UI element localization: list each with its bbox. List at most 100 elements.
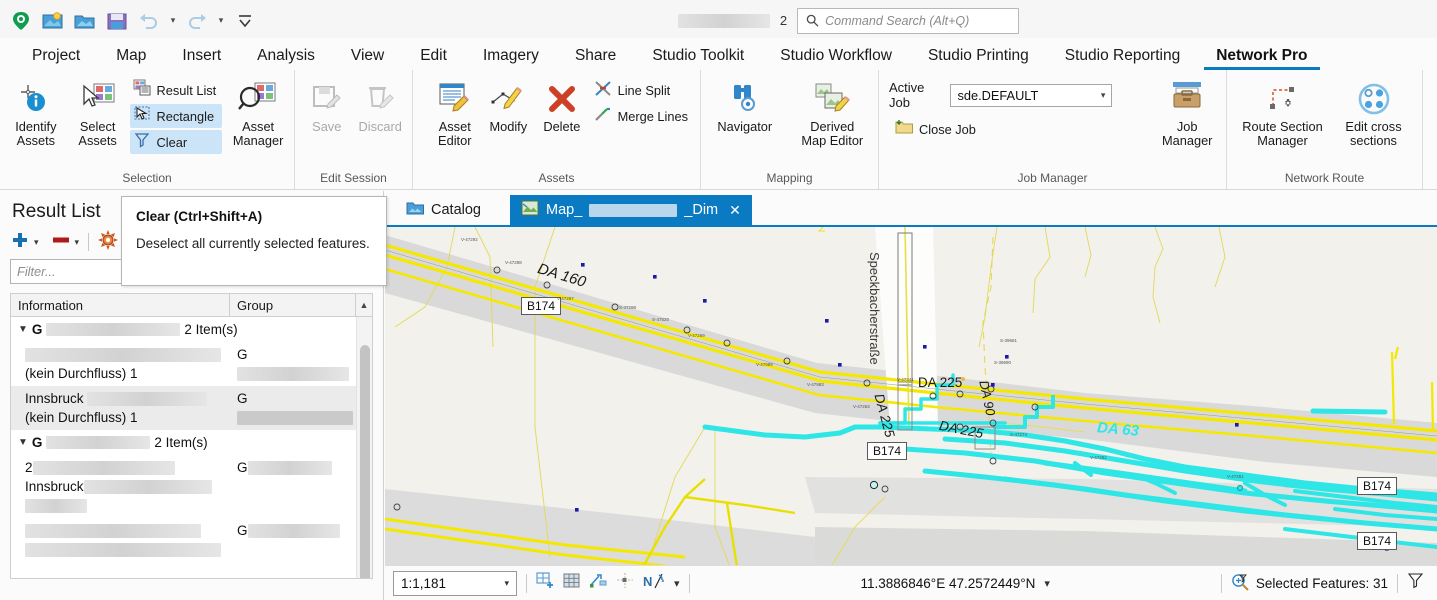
command-search-input[interactable]: Command Search (Alt+Q) <box>797 7 1020 34</box>
map-vertex-label: S-47298 <box>619 305 637 310</box>
minus-icon[interactable] <box>51 233 71 251</box>
map-vertex-label: V-47261 <box>1227 474 1244 479</box>
job-manager-button[interactable]: Job Manager <box>1154 74 1220 148</box>
group-title-mapping: Mapping <box>766 171 813 185</box>
clear-selection-icon[interactable] <box>1407 572 1429 594</box>
delete-button[interactable]: Delete <box>536 74 588 134</box>
identify-assets-button[interactable]: Identify Assets <box>6 74 66 148</box>
table-row[interactable]: 2 Innsbruck G <box>11 455 356 518</box>
tab-share[interactable]: Share <box>557 45 634 70</box>
tab-project[interactable]: Project <box>14 45 98 70</box>
remove-result-dropdown[interactable]: ▾ <box>75 237 80 248</box>
map-scale-value: 1:1,181 <box>401 575 447 591</box>
rectangle-button[interactable]: Rectangle <box>129 104 223 128</box>
map-scale-select[interactable]: 1:1,181 ▾ <box>393 570 517 596</box>
tab-edit[interactable]: Edit <box>402 45 465 70</box>
group-title-selection: Selection <box>122 171 172 185</box>
discard-edits-button[interactable]: Discard <box>355 74 407 134</box>
modify-button[interactable]: Modify <box>483 74 535 134</box>
result-group-header[interactable]: ▼ G 2 Item(s) <box>11 430 356 455</box>
result-grid-header: Information Group ▲ <box>10 293 373 317</box>
tab-view[interactable]: View <box>333 45 402 70</box>
open-project-icon[interactable] <box>70 6 100 36</box>
map-tab[interactable]: Map_ _Dim ✕ <box>510 195 752 225</box>
row-group-prefix: G <box>237 347 248 362</box>
active-job-select[interactable]: sde.DEFAULT ▾ <box>950 83 1113 107</box>
tab-studio-reporting[interactable]: Studio Reporting <box>1047 45 1198 70</box>
coords-chevron-down-icon[interactable]: ▾ <box>1044 577 1050 590</box>
table-row[interactable]: G <box>11 518 356 562</box>
tab-insert[interactable]: Insert <box>164 45 239 70</box>
undo-dropdown-icon[interactable]: ▾ <box>166 8 180 34</box>
plus-icon[interactable] <box>10 230 30 255</box>
tab-network-pro[interactable]: Network Pro <box>1198 45 1325 70</box>
tab-studio-printing[interactable]: Studio Printing <box>910 45 1047 70</box>
route-section-manager-button[interactable]: Route Section Manager <box>1235 74 1331 148</box>
tab-analysis[interactable]: Analysis <box>239 45 333 70</box>
asset-manager-button[interactable]: Asset Manager <box>228 74 288 148</box>
map-icon <box>521 200 539 220</box>
discard-edits-label: Discard <box>358 119 402 134</box>
tab-studio-workflow[interactable]: Studio Workflow <box>762 45 910 70</box>
job-manager-label-1: Job <box>1176 119 1198 134</box>
derived-map-editor-button[interactable]: Derived Map Editor <box>793 74 872 148</box>
new-project-icon[interactable] <box>38 6 68 36</box>
undo-icon[interactable] <box>134 6 164 36</box>
add-result-dropdown[interactable]: ▾ <box>34 237 39 248</box>
table-row[interactable]: Innsbruck (kein Durchfluss) 1 G <box>11 386 356 430</box>
add-pane-icon[interactable] <box>536 571 554 595</box>
quick-access-toolbar: ▾ ▾ <box>0 6 260 36</box>
scrollbar-thumb[interactable] <box>360 345 370 578</box>
table-row[interactable]: (kein Durchfluss) 1 G <box>11 342 356 386</box>
group-count: 2 Item(s) <box>154 435 208 450</box>
catalog-icon <box>406 200 424 220</box>
vertex-icon[interactable] <box>616 572 634 594</box>
edit-cross-sections-button[interactable]: Edit cross sections <box>1333 74 1415 148</box>
select-assets-button[interactable]: Select Assets <box>68 74 128 148</box>
catalog-tab[interactable]: Catalog <box>395 195 492 225</box>
identify-icon <box>17 78 55 120</box>
asset-manager-icon <box>237 78 279 120</box>
save-project-icon[interactable] <box>102 6 132 36</box>
result-grid-scrollbar[interactable] <box>356 317 372 578</box>
map-vertex-label: V-47292 <box>461 237 478 242</box>
app-logo-icon[interactable] <box>6 6 36 36</box>
north-arrow-icon[interactable]: N <box>643 572 665 595</box>
save-edits-button[interactable]: Save <box>301 74 353 134</box>
redo-dropdown-icon[interactable]: ▾ <box>214 8 228 34</box>
clear-tooltip: Clear (Ctrl+Shift+A) Deselect all curren… <box>121 196 387 286</box>
row-info-redacted-3 <box>25 499 87 514</box>
map-vertex-label: V-47282 <box>1090 455 1107 460</box>
close-icon[interactable]: ✕ <box>729 202 741 219</box>
flash-icon[interactable] <box>98 229 119 255</box>
map-canvas[interactable]: DA 160 Speckbacherstraße DA 225 DA 225 D… <box>385 225 1437 565</box>
snapping-icon[interactable] <box>589 572 607 594</box>
result-list-button[interactable]: Result List <box>130 78 223 102</box>
scroll-up-arrow[interactable]: ▲ <box>355 294 372 316</box>
grid-icon[interactable] <box>563 572 580 594</box>
select-assets-label-1: Select <box>79 119 116 134</box>
route-section-icon <box>1263 78 1303 120</box>
statusbar-chevron-down-icon[interactable]: ▾ <box>674 577 680 590</box>
tab-studio-toolkit[interactable]: Studio Toolkit <box>634 45 762 70</box>
close-job-button[interactable]: Close Job <box>891 117 1112 141</box>
map-vertex-label: S-47520 <box>652 317 670 322</box>
select-assets-label-2: Assets <box>78 133 117 148</box>
asset-editor-icon <box>436 78 474 120</box>
result-group-header[interactable]: ▼ G 2 Item(s) <box>11 317 356 342</box>
clear-button[interactable]: Clear <box>129 130 223 154</box>
column-header-group[interactable]: Group <box>230 294 355 316</box>
line-split-button[interactable]: Line Split <box>590 78 694 102</box>
redo-icon[interactable] <box>182 6 212 36</box>
customize-qat-icon[interactable] <box>230 6 260 36</box>
asset-editor-button[interactable]: Asset Editor <box>429 74 481 148</box>
merge-lines-button[interactable]: Merge Lines <box>590 104 694 128</box>
route-section-label-1: Route Section <box>1242 119 1323 134</box>
group-title-job-manager: Job Manager <box>1017 171 1088 185</box>
tab-map[interactable]: Map <box>98 45 164 70</box>
navigator-button[interactable]: Navigator <box>707 74 783 134</box>
column-header-information[interactable]: Information <box>11 294 230 316</box>
tab-imagery[interactable]: Imagery <box>465 45 557 70</box>
job-manager-icon <box>1167 78 1207 120</box>
derived-map-editor-icon <box>812 78 852 120</box>
